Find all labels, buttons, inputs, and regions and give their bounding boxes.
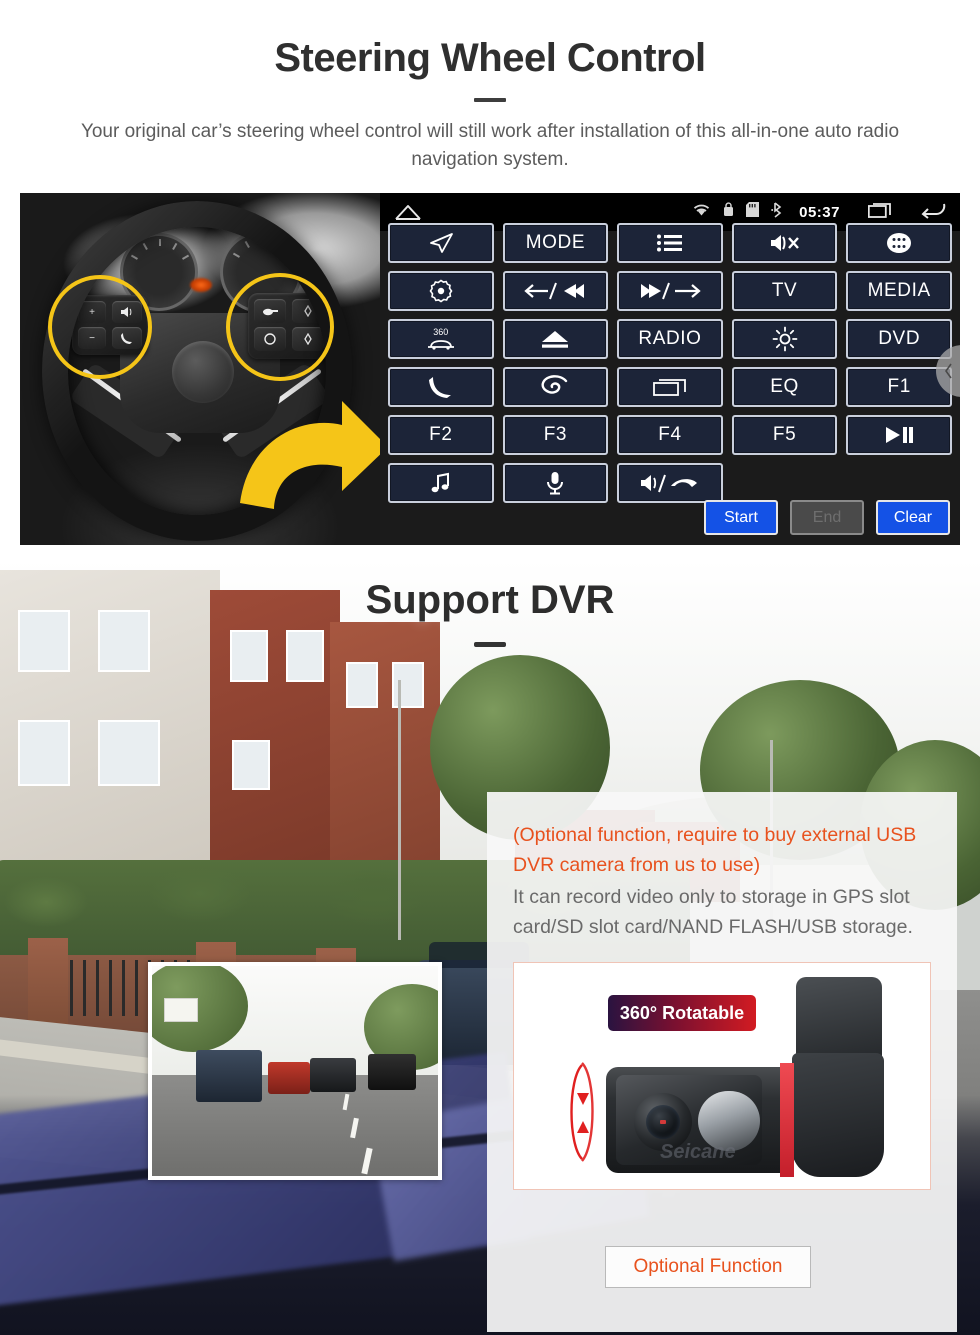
volume-hangup-icon: [640, 474, 697, 493]
title-divider: [474, 98, 506, 102]
action-button-row: Start End Clear: [704, 500, 950, 535]
swc-prev-button[interactable]: [502, 271, 609, 311]
swc-eq-button[interactable]: EQ: [731, 367, 838, 407]
swc-empty-slot-1: [732, 463, 838, 503]
home-icon[interactable]: [394, 203, 428, 221]
steering-wheel-control-section: Steering Wheel Control Your original car…: [0, 0, 980, 560]
swc-navigation-button[interactable]: [388, 223, 494, 263]
swc-mode-button[interactable]: MODE: [502, 223, 609, 263]
dvr-note-storage: It can record video only to storage in G…: [513, 886, 913, 938]
curved-arrow-icon: [240, 401, 380, 509]
media-band: + − 05:37 MODE TV MEDIA 360 RADIO DVD EQ…: [20, 193, 960, 545]
page-title: Steering Wheel Control: [274, 36, 706, 80]
next-track-icon: [640, 282, 701, 300]
dvr-camera-card: 360° Rotatable Seicane: [513, 962, 931, 1190]
house-brick-2: [330, 622, 440, 872]
pointing-arrow: [230, 391, 380, 511]
clear-button[interactable]: Clear: [876, 500, 950, 535]
swc-apps-button[interactable]: [846, 223, 952, 263]
swc-media-button[interactable]: MEDIA: [846, 271, 952, 311]
preview-vehicle-red: [268, 1062, 310, 1094]
swc-power-button[interactable]: [388, 271, 494, 311]
optional-function-button[interactable]: Optional Function: [605, 1246, 811, 1288]
dvr-note-optional: (Optional function, require to buy exter…: [513, 824, 917, 876]
swc-radio-button[interactable]: RADIO: [617, 319, 723, 359]
preview-vehicle-black: [368, 1054, 416, 1090]
swc-empty-slot-2: [846, 463, 952, 503]
swc-mute-button[interactable]: [731, 223, 838, 263]
swc-f5-button[interactable]: F5: [731, 415, 838, 455]
lamp-post-1: [398, 680, 401, 940]
brand-watermark: Seicane: [660, 1141, 736, 1163]
microphone-icon: [547, 472, 564, 495]
music-note-icon: [431, 472, 449, 493]
bluetooth-icon: [771, 201, 783, 223]
swc-list-button[interactable]: [617, 223, 723, 263]
preview-sign: [164, 998, 198, 1022]
swc-dvd-button[interactable]: DVD: [846, 319, 952, 359]
mute-icon: [770, 235, 799, 251]
swc-playpause-button[interactable]: [846, 415, 952, 455]
swc-brightness-button[interactable]: [731, 319, 838, 359]
list-menu-icon: [656, 234, 682, 252]
status-icon-group: 05:37: [692, 201, 846, 223]
swc-phone-button[interactable]: [388, 367, 494, 407]
swc-swirl-button[interactable]: [502, 367, 609, 407]
product-feature-page: Steering Wheel Control Your original car…: [0, 0, 980, 1335]
house-brick-1: [210, 590, 340, 870]
play-pause-icon: [886, 427, 914, 443]
preview-vehicle-suv: [196, 1050, 262, 1102]
status-clock: 05:37: [799, 203, 840, 221]
dvr-section-title: Support DVR: [365, 578, 615, 622]
wifi-icon: [692, 202, 711, 222]
swc-music-button[interactable]: [388, 463, 494, 503]
end-button[interactable]: End: [790, 500, 864, 535]
screen-icon: [653, 379, 686, 396]
navigation-arrow-icon: [429, 233, 453, 253]
swc-screen-button[interactable]: [617, 367, 723, 407]
preview-vehicle-dark: [310, 1058, 356, 1092]
swc-mic-button[interactable]: [502, 463, 609, 503]
steering-wheel-key-grid: MODE TV MEDIA 360 RADIO DVD EQ F1 F2 F3 …: [380, 223, 960, 503]
swc-volume-hangup-button[interactable]: [617, 463, 723, 503]
camera-360-icon: 360: [426, 328, 456, 350]
camera-mount-body: [792, 1053, 884, 1177]
prev-track-icon: [524, 282, 585, 300]
chevron-left-icon: [945, 363, 952, 379]
steering-wheel-photo: + −: [20, 193, 380, 545]
dvr-preview-thumbnail: [148, 962, 442, 1180]
eject-icon: [542, 331, 569, 348]
swc-360-button[interactable]: 360: [388, 319, 494, 359]
sd-card-icon: [746, 202, 760, 222]
power-settings-icon: [429, 279, 453, 303]
swc-f4-button[interactable]: F4: [617, 415, 723, 455]
back-icon[interactable]: [920, 201, 946, 224]
swc-next-button[interactable]: [617, 271, 723, 311]
dvr-info-panel: (Optional function, require to buy exter…: [487, 792, 957, 1332]
highlight-circle-right: [226, 273, 334, 381]
status-nav-group: [867, 201, 946, 224]
swc-tv-button[interactable]: TV: [731, 271, 838, 311]
camera-lens-glass: [646, 1105, 680, 1139]
brightness-icon: [772, 326, 797, 352]
camera-lens-highlight: [660, 1120, 666, 1124]
swc-eject-button[interactable]: [502, 319, 609, 359]
recents-icon[interactable]: [867, 201, 894, 224]
support-dvr-section: Support DVR (Optional function, require …: [0, 560, 980, 1335]
apps-grid-icon: [887, 233, 912, 253]
swc-360-label: 360: [433, 327, 449, 337]
section-subtitle: Your original car’s steering wheel contr…: [80, 121, 900, 170]
dvr-title-divider: [474, 642, 506, 647]
head-unit-screen: 05:37 MODE TV MEDIA 360 RADIO DVD EQ F1 …: [380, 193, 960, 545]
camera-red-band: [780, 1063, 794, 1177]
lock-icon: [723, 202, 734, 222]
swirl-icon: [541, 375, 568, 394]
start-button[interactable]: Start: [704, 500, 778, 535]
highlight-circle-left: [48, 275, 152, 379]
swc-f3-button[interactable]: F3: [502, 415, 609, 455]
rotatable-badge: 360° Rotatable: [608, 995, 756, 1031]
swc-f2-button[interactable]: F2: [388, 415, 494, 455]
phone-icon: [428, 377, 451, 398]
